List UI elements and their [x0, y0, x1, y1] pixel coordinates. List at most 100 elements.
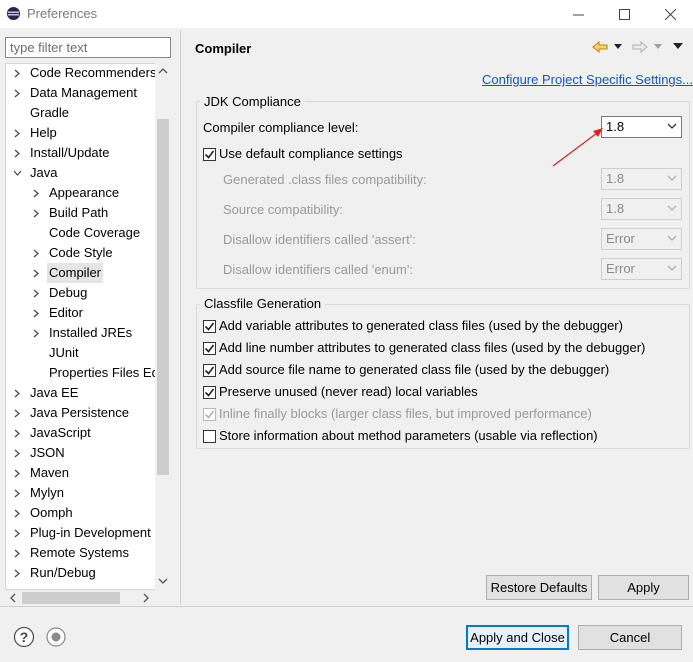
chevron-right-icon[interactable] — [31, 323, 41, 343]
tree-item[interactable]: Oomph — [6, 503, 156, 523]
tree-item[interactable]: Maven — [6, 463, 156, 483]
tree-item[interactable]: Install/Update — [6, 143, 156, 163]
tree-item-label: JUnit — [49, 345, 79, 360]
tree-item[interactable]: Build Path — [6, 203, 156, 223]
chevron-down-icon — [667, 235, 677, 241]
tree-item[interactable]: JUnit — [6, 343, 156, 363]
tree-item-label: Build Path — [49, 205, 109, 220]
classfile-option-label: Preserve unused (never read) local varia… — [219, 384, 478, 399]
chevron-right-icon[interactable] — [12, 403, 22, 423]
source-compatibility-label: Source compatibility: — [223, 202, 343, 217]
tree-item-label: Java EE — [30, 385, 79, 400]
tree-horizontal-scroll-thumb[interactable] — [22, 592, 120, 604]
cancel-button[interactable]: Cancel — [578, 625, 682, 650]
classfile-option-checkbox[interactable] — [203, 320, 216, 333]
chevron-right-icon[interactable] — [12, 443, 22, 463]
record-macro-icon[interactable] — [45, 626, 67, 648]
tree-item[interactable]: Properties Files Ed — [6, 363, 159, 383]
tree-item-label: Gradle — [30, 105, 70, 120]
classfile-option-checkbox[interactable] — [203, 342, 216, 355]
tree-item[interactable]: Java — [6, 163, 156, 183]
view-menu-icon[interactable] — [673, 43, 683, 50]
tree-item[interactable]: Data Management — [6, 83, 156, 103]
scroll-left-icon[interactable] — [9, 593, 17, 603]
apply-and-close-button[interactable]: Apply and Close — [466, 625, 569, 650]
chevron-right-icon[interactable] — [12, 64, 22, 83]
chevron-right-icon[interactable] — [31, 243, 41, 263]
chevron-right-icon[interactable] — [12, 123, 22, 143]
class-files-compatibility-select[interactable]: 1.8 — [601, 168, 682, 190]
tree-item[interactable]: Java EE — [6, 383, 156, 403]
tree-item[interactable]: Remote Systems — [6, 543, 156, 563]
apply-button[interactable]: Apply — [598, 575, 689, 600]
tree-item[interactable]: Editor — [6, 303, 156, 323]
back-arrow-icon[interactable] — [592, 41, 608, 53]
tree-item-label: Debug — [49, 285, 88, 300]
chevron-right-icon[interactable] — [12, 423, 22, 443]
tree-item-label: Run/Debug — [30, 565, 96, 580]
chevron-right-icon[interactable] — [12, 463, 22, 483]
compliance-level-value: 1.8 — [606, 119, 625, 134]
minimize-button[interactable] — [555, 0, 601, 28]
chevron-right-icon[interactable] — [12, 83, 22, 103]
chevron-right-icon[interactable] — [12, 383, 22, 403]
tree-item-label: Compiler — [47, 263, 104, 283]
compliance-level-select[interactable]: 1.8 — [601, 116, 682, 138]
tree-item[interactable]: Gradle — [6, 103, 156, 123]
tree-item[interactable]: Code Coverage — [6, 223, 156, 243]
tree-item[interactable]: Plug-in Development — [6, 523, 156, 543]
chevron-right-icon[interactable] — [12, 563, 22, 583]
restore-defaults-button[interactable]: Restore Defaults — [486, 575, 592, 600]
tree-item[interactable]: Run/Debug — [6, 563, 156, 583]
scroll-down-icon[interactable] — [158, 577, 168, 585]
classfile-option-checkbox[interactable] — [203, 408, 216, 421]
tree-item[interactable]: Mylyn — [6, 483, 156, 503]
scroll-up-icon[interactable] — [158, 67, 168, 75]
tree-item-label: JSON — [30, 445, 65, 460]
classfile-option-checkbox[interactable] — [203, 430, 216, 443]
chevron-right-icon[interactable] — [12, 143, 22, 163]
tree-item[interactable]: Appearance — [6, 183, 156, 203]
checkmark-icon — [204, 344, 215, 353]
tree-item[interactable]: JavaScript — [6, 423, 156, 443]
configure-project-settings-link[interactable]: Configure Project Specific Settings... — [482, 72, 693, 87]
filter-input[interactable] — [5, 37, 171, 58]
chevron-right-icon[interactable] — [31, 303, 41, 323]
chevron-right-icon[interactable] — [12, 503, 22, 523]
maximize-button[interactable] — [601, 0, 647, 28]
chevron-right-icon[interactable] — [31, 183, 41, 203]
disallow-enum-select[interactable]: Error — [601, 258, 682, 280]
tree-item[interactable]: JSON — [6, 443, 156, 463]
chevron-right-icon[interactable] — [12, 543, 22, 563]
chevron-down-icon[interactable] — [12, 163, 22, 183]
tree-item[interactable]: Debug — [6, 283, 156, 303]
minimize-icon — [572, 14, 584, 15]
tree-item[interactable]: Code Recommenders — [6, 64, 156, 83]
pane-divider[interactable] — [180, 30, 181, 605]
checkmark-icon — [204, 150, 215, 159]
disallow-enum-value: Error — [606, 261, 635, 276]
tree-item[interactable]: Help — [6, 123, 156, 143]
chevron-right-icon[interactable] — [12, 523, 22, 543]
classfile-option-checkbox[interactable] — [203, 364, 216, 377]
tree-item[interactable]: Compiler — [6, 263, 156, 283]
disallow-assert-select[interactable]: Error — [601, 228, 682, 250]
tree-item[interactable]: Java Persistence — [6, 403, 156, 423]
source-compatibility-select[interactable]: 1.8 — [601, 198, 682, 220]
back-menu-chevron-icon[interactable] — [614, 44, 622, 50]
help-icon[interactable]: ? — [13, 626, 35, 648]
tree-item[interactable]: Installed JREs — [6, 323, 156, 343]
tree-item-label: Data Management — [30, 85, 137, 100]
chevron-right-icon[interactable] — [31, 283, 41, 303]
checkmark-icon — [204, 388, 215, 397]
use-default-compliance-checkbox[interactable] — [203, 148, 216, 161]
tree-item[interactable]: Code Style — [6, 243, 156, 263]
chevron-right-icon[interactable] — [12, 483, 22, 503]
chevron-right-icon[interactable] — [31, 203, 41, 223]
chevron-right-icon[interactable] — [31, 263, 41, 283]
close-button[interactable] — [647, 0, 693, 28]
close-icon — [664, 8, 676, 20]
tree-vertical-scroll-thumb[interactable] — [157, 119, 169, 475]
scroll-right-icon[interactable] — [142, 593, 150, 603]
classfile-option-checkbox[interactable] — [203, 386, 216, 399]
